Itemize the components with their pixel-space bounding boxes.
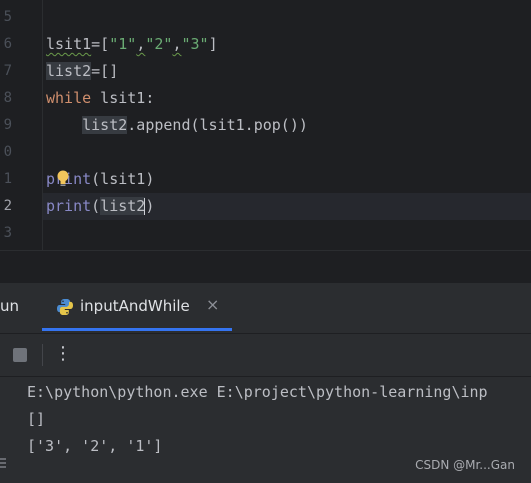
run-toolbar: ⋮ — [0, 334, 531, 377]
more-options-icon[interactable]: ⋮ — [54, 342, 72, 366]
code-token: ( — [91, 197, 101, 215]
code-token: =[] — [91, 62, 119, 80]
lightbulb-icon[interactable] — [56, 170, 70, 188]
code-line[interactable]: lsit1=["1","2","3"] — [46, 31, 218, 58]
code-line[interactable]: print(list2) — [43, 193, 531, 220]
code-token: (lsit1) — [91, 170, 155, 188]
code-token: print — [46, 197, 92, 215]
line-number: 0 — [3, 144, 12, 160]
close-icon[interactable]: × — [206, 295, 219, 314]
code-token: lsit1: — [91, 89, 155, 107]
console-line: [] — [27, 410, 46, 428]
watermark: CSDN @Mr...Gan — [415, 458, 515, 472]
code-token: "3" — [181, 35, 209, 53]
panel-splitter[interactable] — [0, 250, 531, 283]
code-token: "1" — [109, 35, 137, 53]
line-number: 3 — [3, 225, 12, 241]
line-number: 5 — [3, 9, 12, 25]
code-line[interactable]: list2.append(lsit1.pop()) — [46, 112, 308, 139]
code-token: ] — [208, 35, 218, 53]
run-tool-window-title[interactable]: un — [0, 297, 19, 315]
line-number: 6 — [3, 36, 12, 52]
code-editor[interactable]: 567890123 lsit1=["1","2","3"] list2=[] whi… — [0, 0, 531, 250]
code-token: list2 — [46, 62, 92, 80]
code-token: , — [136, 35, 146, 53]
code-token: lsit1 — [46, 35, 92, 53]
stop-button[interactable] — [13, 348, 27, 362]
code-token: while — [46, 89, 92, 107]
line-number: 9 — [3, 117, 12, 133]
run-tab-inputandwhile[interactable]: inputAndWhile × — [42, 283, 232, 331]
run-tool-window-header: un inputAndWhile × — [0, 283, 531, 334]
code-token: .append(lsit1.pop()) — [127, 116, 308, 134]
line-number: 2 — [3, 198, 12, 214]
code-token: "2" — [145, 35, 173, 53]
code-token: list2 — [82, 116, 128, 134]
run-tab-label: inputAndWhile — [80, 297, 190, 315]
code-token: =[ — [91, 35, 110, 53]
console-line: ['3', '2', '1'] — [27, 437, 163, 455]
line-number: 7 — [3, 63, 12, 79]
scroll-to-end-icon[interactable] — [0, 455, 8, 471]
code-token: ) — [145, 197, 155, 215]
python-icon — [57, 299, 73, 315]
toolbar-divider — [42, 344, 43, 366]
line-number: 1 — [3, 171, 12, 187]
console-line: E:\python\python.exe E:\project\python-l… — [27, 383, 488, 401]
code-line[interactable]: while lsit1: — [46, 85, 154, 112]
line-number-gutter: 5 6 7 8 9 0 1 2 3 — [0, 0, 42, 250]
code-token: list2 — [100, 197, 146, 215]
code-line[interactable]: list2=[] — [46, 58, 118, 85]
line-number: 8 — [3, 90, 12, 106]
